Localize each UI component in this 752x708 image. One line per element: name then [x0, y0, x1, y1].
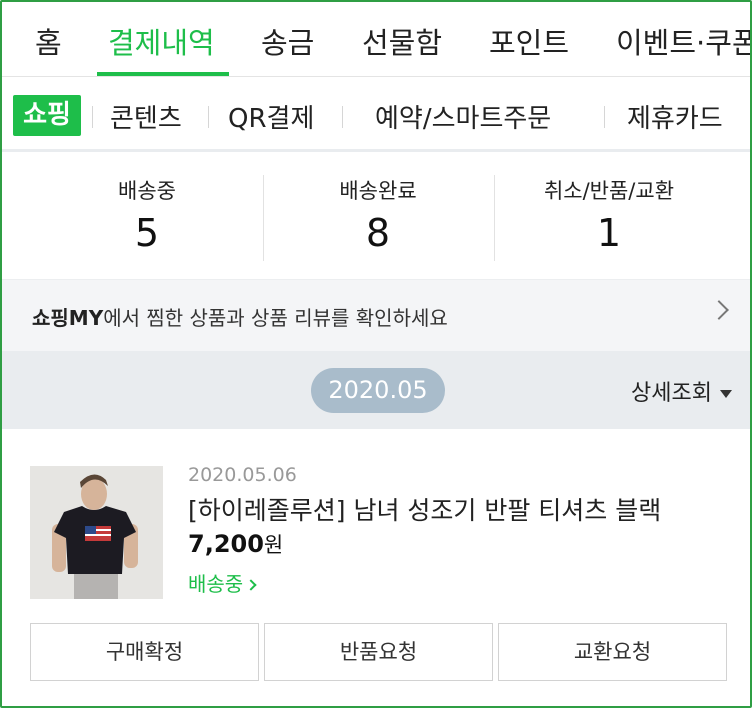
detail-search-button[interactable]: 상세조회: [631, 375, 732, 407]
tab-gift-box[interactable]: 선물함: [362, 20, 442, 62]
tab-events-coupons[interactable]: 이벤트·쿠폰: [616, 20, 750, 62]
subtab-qr-payment[interactable]: QR결제: [228, 98, 314, 135]
subtab-reservation-smart-order[interactable]: 예약/스마트주문: [375, 98, 551, 135]
stat-label: 배송완료: [339, 179, 417, 203]
active-tab-indicator: [97, 72, 229, 76]
banner-message: 에서 찜한 상품과 상품 리뷰를 확인하세요: [103, 306, 448, 330]
tab-payment-history[interactable]: 결제내역: [108, 20, 215, 62]
stat-label: 배송중: [118, 179, 176, 203]
subtab-shopping[interactable]: 쇼핑: [13, 95, 81, 136]
divider: [604, 106, 605, 128]
subtab-partner-card[interactable]: 제휴카드: [627, 98, 723, 135]
divider: [92, 106, 93, 128]
detail-search-label: 상세조회: [631, 381, 712, 406]
stat-count: 5: [134, 211, 160, 255]
product-name[interactable]: [하이레졸루션] 남녀 성조기 반팔 티셔츠 블랙: [188, 491, 661, 527]
date-bar: 2020.05 상세조회: [2, 351, 750, 429]
caret-down-icon: [720, 390, 732, 398]
sub-nav: 쇼핑 콘텐츠 QR결제 예약/스마트주문 제휴카드: [2, 78, 750, 152]
delivery-status-label: 배송중: [188, 572, 244, 596]
subtab-contents[interactable]: 콘텐츠: [110, 98, 182, 135]
product-photo: [30, 466, 163, 599]
month-pill[interactable]: 2020.05: [311, 368, 445, 413]
banner-brand: 쇼핑MY: [32, 306, 104, 330]
stat-cancel-return-exchange[interactable]: 취소/반품/교환 1: [494, 175, 724, 255]
stat-count: 8: [365, 211, 391, 255]
chevron-right-icon: [245, 579, 257, 591]
delivery-status-link[interactable]: 배송중: [188, 568, 257, 597]
order-date: 2020.05.06: [188, 464, 297, 486]
divider: [342, 106, 343, 128]
app-frame: 홈 결제내역 송금 선물함 포인트 이벤트·쿠폰 쇼핑 콘텐츠 QR결제 예약/…: [0, 0, 752, 708]
stat-count: 1: [596, 211, 622, 255]
product-price: 7,200원: [188, 529, 283, 559]
shopping-my-banner[interactable]: 쇼핑MY에서 찜한 상품과 상품 리뷰를 확인하세요: [2, 279, 750, 351]
chevron-right-icon: [709, 300, 729, 320]
banner-text: 쇼핑MY에서 찜한 상품과 상품 리뷰를 확인하세요: [32, 302, 448, 331]
tab-points[interactable]: 포인트: [489, 20, 569, 62]
product-thumbnail[interactable]: [30, 466, 163, 599]
divider: [208, 106, 209, 128]
exchange-request-button[interactable]: 교환요청: [498, 623, 727, 681]
return-request-button[interactable]: 반품요청: [264, 623, 493, 681]
tab-home[interactable]: 홈: [35, 20, 62, 62]
confirm-purchase-button[interactable]: 구매확정: [30, 623, 259, 681]
stat-delivered[interactable]: 배송완료 8: [263, 175, 493, 255]
top-nav: 홈 결제내역 송금 선물함 포인트 이벤트·쿠폰: [2, 2, 750, 77]
price-value: 7,200: [188, 530, 264, 558]
delivery-stats: 배송중 5 배송완료 8 취소/반품/교환 1: [2, 155, 750, 279]
order-item: 2020.05.06 [하이레졸루션] 남녀 성조기 반팔 티셔츠 블랙 7,2…: [2, 429, 750, 706]
stat-label: 취소/반품/교환: [543, 179, 675, 203]
tab-transfer[interactable]: 송금: [261, 20, 314, 62]
stat-shipping[interactable]: 배송중 5: [32, 175, 262, 255]
currency-unit: 원: [263, 533, 284, 557]
